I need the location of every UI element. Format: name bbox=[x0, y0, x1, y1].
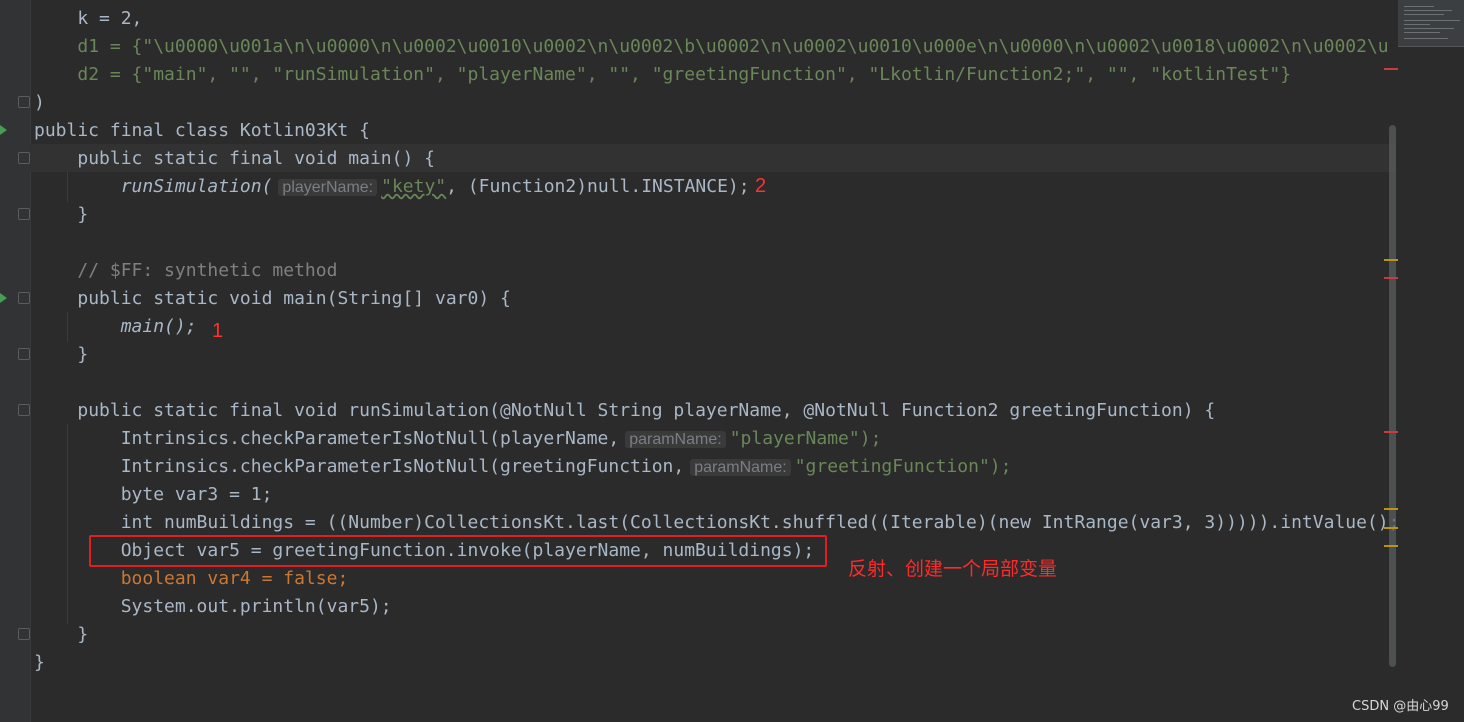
annotation-number-2: 2 bbox=[755, 175, 767, 197]
code-text: boolean var4 = false; bbox=[120, 568, 349, 589]
code-text: } bbox=[77, 624, 89, 645]
code-line-close4: } bbox=[34, 649, 1398, 677]
code-line-main-call: main(); bbox=[34, 313, 1398, 341]
minimap-preview[interactable] bbox=[1398, 0, 1464, 47]
warning-stripe-marker[interactable] bbox=[1384, 545, 1398, 547]
code-line-check2: Intrinsics.checkParameterIsNotNull(greet… bbox=[34, 453, 1398, 481]
code-line-k: k = 2, bbox=[34, 5, 1398, 33]
code-text: public static void main(String[] var0) { bbox=[77, 288, 511, 309]
fold-marker-icon[interactable] bbox=[18, 404, 30, 416]
annotation-note: 反射、创建一个局部变量 bbox=[848, 558, 1058, 580]
code-line-close1: } bbox=[34, 201, 1398, 229]
fold-marker-icon[interactable] bbox=[18, 152, 30, 164]
code-line-main2-decl: public static void main(String[] var0) { bbox=[34, 285, 1398, 313]
code-text: d1 = {"\u0000\u001a\n\u0000\n\u0002\u001… bbox=[77, 36, 1389, 57]
code-line-class-decl: public final class Kotlin03Kt { bbox=[34, 117, 1398, 145]
code-editor[interactable]: k = 2, d1 = {"\u0000\u001a\n\u0000\n\u00… bbox=[34, 5, 1398, 705]
code-line-d2: d2 = {"main", "", "runSimulation", "play… bbox=[34, 61, 1398, 89]
code-line-close-paren: ) bbox=[34, 89, 1398, 117]
code-text: Intrinsics.checkParameterIsNotNull(greet… bbox=[120, 456, 685, 477]
code-line-run-call: runSimulation( playerName: "kety", (Functi… bbox=[34, 173, 1398, 201]
editor-gutter bbox=[0, 0, 31, 722]
code-line-main-decl: public static final void main() { bbox=[34, 145, 1398, 173]
code-text: ) bbox=[34, 92, 45, 113]
code-line-d1: d1 = {"\u0000\u001a\n\u0000\n\u0002\u001… bbox=[34, 33, 1398, 61]
parameter-hint: paramName: bbox=[625, 431, 726, 448]
parameter-hint: paramName: bbox=[690, 459, 791, 476]
watermark-text: CSDN @由心99 bbox=[1352, 699, 1449, 714]
code-text: k = 2, bbox=[77, 8, 143, 29]
warning-stripe-marker[interactable] bbox=[1384, 259, 1398, 261]
code-text: } bbox=[34, 652, 45, 673]
error-stripe-marker[interactable] bbox=[1384, 68, 1398, 70]
run-gutter-icon[interactable] bbox=[0, 125, 7, 135]
warning-stripe-marker[interactable] bbox=[1384, 527, 1398, 529]
code-text: "kety" bbox=[381, 176, 447, 197]
code-text: main(); bbox=[120, 316, 197, 337]
code-line-runsim-decl: public static final void runSimulation(@… bbox=[34, 397, 1398, 425]
code-text: public static final void runSimulation(@… bbox=[77, 400, 1216, 421]
code-text: , (Function2)null.INSTANCE); bbox=[446, 176, 750, 197]
vertical-scrollbar[interactable] bbox=[1389, 125, 1396, 667]
code-line-println: System.out.println(var5); bbox=[34, 593, 1398, 621]
code-text: "greetingFunction"); bbox=[794, 456, 1012, 477]
code-text: int numBuildings = ((Number)CollectionsK… bbox=[120, 512, 1398, 533]
fold-marker-icon[interactable] bbox=[18, 628, 30, 640]
code-line-check1: Intrinsics.checkParameterIsNotNull(playe… bbox=[34, 425, 1398, 453]
code-text: public static final void main() { bbox=[77, 148, 435, 169]
code-text: } bbox=[77, 204, 89, 225]
code-text: } bbox=[77, 344, 89, 365]
code-text: runSimulation( bbox=[120, 176, 273, 197]
code-text: "playerName"); bbox=[729, 428, 882, 449]
error-stripe-marker[interactable] bbox=[1384, 277, 1398, 279]
fold-marker-icon[interactable] bbox=[18, 348, 30, 360]
warning-stripe-marker[interactable] bbox=[1384, 508, 1398, 510]
code-line-close3: } bbox=[34, 621, 1398, 649]
fold-marker-icon[interactable] bbox=[18, 292, 30, 304]
parameter-hint: playerName: bbox=[278, 179, 378, 196]
code-text: byte var3 = 1; bbox=[120, 484, 273, 505]
code-text: Intrinsics.checkParameterIsNotNull(playe… bbox=[120, 428, 620, 449]
run-gutter-icon[interactable] bbox=[0, 293, 7, 303]
fold-marker-icon[interactable] bbox=[18, 96, 30, 108]
code-line-byte: byte var3 = 1; bbox=[34, 481, 1398, 509]
code-line-comment: // $FF: synthetic method bbox=[34, 257, 1398, 285]
annotation-highlight-box bbox=[89, 535, 827, 567]
code-text: System.out.println(var5); bbox=[120, 596, 392, 617]
code-comment: // $FF: synthetic method bbox=[77, 260, 338, 281]
fold-marker-icon[interactable] bbox=[18, 208, 30, 220]
annotation-number-1: 1 bbox=[212, 320, 224, 342]
error-stripe-marker[interactable] bbox=[1384, 431, 1398, 433]
code-line-int: int numBuildings = ((Number)CollectionsK… bbox=[34, 509, 1398, 537]
code-text: d2 = {"main", "", "runSimulation", "play… bbox=[77, 64, 1292, 85]
code-line-bool: boolean var4 = false; bbox=[34, 565, 1398, 593]
code-line-close2: } bbox=[34, 341, 1398, 369]
code-text: public final class Kotlin03Kt { bbox=[34, 120, 370, 141]
